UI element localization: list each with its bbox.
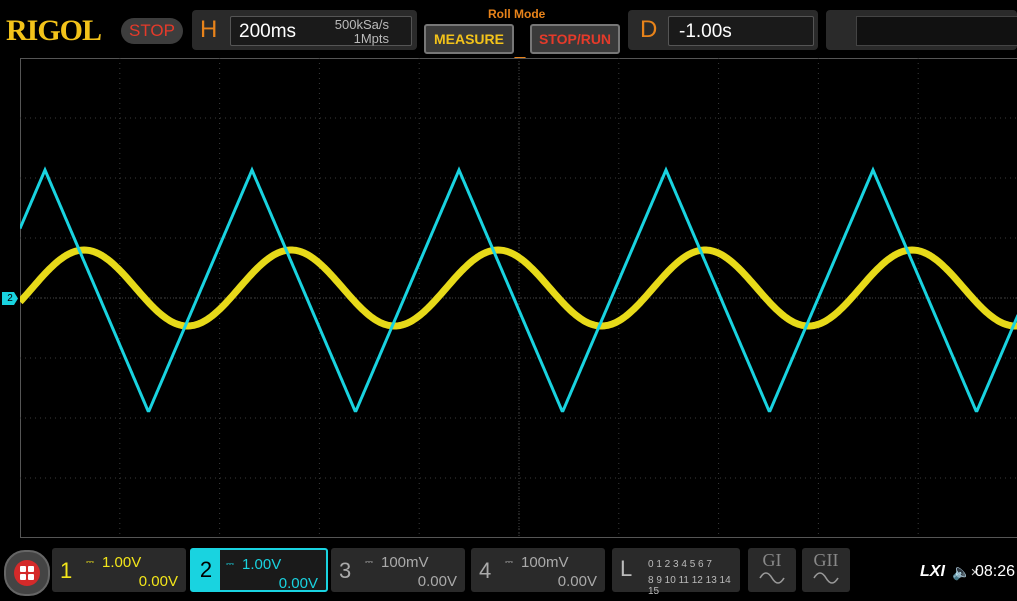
delay-display[interactable]: -1.00s: [668, 16, 814, 46]
sine-wave-icon: [813, 572, 839, 584]
ch2-offset-marker[interactable]: 2: [2, 292, 18, 305]
coupling-dc-icon: ⎓: [365, 557, 373, 568]
channel-2-offset: 0.00V: [278, 575, 318, 592]
sine-wave-icon: [759, 572, 785, 584]
channel-1-offset: 0.00V: [138, 573, 178, 590]
brand-logo: RIGOL: [6, 14, 102, 47]
run-state-badge[interactable]: STOP: [121, 18, 183, 44]
coupling-dc-icon: ⎓: [226, 559, 234, 570]
generator-1-label: GI: [762, 550, 782, 570]
logic-channels-row-2: 8 9 10 11 12 13 14 15: [648, 575, 731, 597]
bottom-status-bar: 1 ⎓ 1.00V 0.00V 2 ⎓ 1.00V 0.00V 3 ⎓ 100m…: [0, 541, 1017, 601]
channel-3-panel[interactable]: 3 ⎓ 100mV 0.00V: [331, 548, 465, 592]
timebase-value: 200ms: [239, 21, 297, 42]
channel-2-panel[interactable]: 2 ⎓ 1.00V 0.00V: [190, 548, 328, 592]
channel-1-scale: 1.00V: [102, 554, 142, 571]
sample-rate: 500kSa/s: [334, 17, 389, 32]
waveform-canvas: [20, 58, 1017, 538]
measure-button[interactable]: MEASURE: [424, 24, 514, 54]
channel-3-number: 3: [339, 558, 352, 583]
delay-value: -1.00s: [679, 21, 732, 42]
logic-label: L: [620, 556, 633, 581]
stop-run-button[interactable]: STOP/RUN: [530, 24, 620, 54]
delay-label: D: [640, 16, 658, 43]
channel-4-panel[interactable]: 4 ⎓ 100mV 0.00V: [471, 548, 605, 592]
horizontal-label: H: [200, 16, 218, 43]
menu-icon: [14, 560, 40, 586]
clock: 08:26: [975, 563, 1016, 580]
channel-2-number: 2: [192, 550, 220, 590]
channel-4-number: 4: [479, 558, 492, 583]
channel-2-scale: 1.00V: [242, 556, 282, 573]
menu-button[interactable]: [4, 550, 50, 596]
logic-analyzer-panel[interactable]: L 0 1 2 3 4 5 6 7 8 9 10 11 12 13 14 15: [612, 548, 740, 597]
trigger-panel[interactable]: [826, 10, 1017, 50]
waveform-display[interactable]: [20, 58, 1017, 538]
coupling-dc-icon: ⎓: [505, 557, 513, 568]
generator-2-label: GII: [813, 550, 839, 570]
trigger-display: [856, 16, 1017, 46]
timebase-display[interactable]: 200ms 500kSa/s 1Mpts: [230, 16, 412, 46]
channel-4-scale: 100mV: [521, 554, 569, 571]
lxi-logo: LXI: [920, 563, 945, 580]
generator-1-button[interactable]: GI: [748, 548, 796, 592]
generator-2-button[interactable]: GII: [802, 548, 850, 592]
horizontal-panel[interactable]: H 200ms 500kSa/s 1Mpts: [192, 10, 417, 50]
delay-panel[interactable]: D -1.00s: [628, 10, 818, 50]
coupling-dc-icon: ⎓: [86, 557, 94, 568]
channel-3-scale: 100mV: [381, 554, 429, 571]
channel-4-offset: 0.00V: [557, 573, 597, 590]
roll-mode-label: Roll Mode: [488, 7, 546, 21]
logic-channels-row-1: 0 1 2 3 4 5 6 7: [648, 559, 712, 570]
channel-1-number: 1: [60, 558, 73, 583]
ch2-triangle-trace: [20, 166, 1017, 413]
memory-depth: 1Mpts: [353, 31, 389, 46]
top-status-bar: RIGOL STOP H 200ms 500kSa/s 1Mpts Roll M…: [0, 0, 1017, 58]
channel-3-offset: 0.00V: [417, 573, 457, 590]
channel-1-panel[interactable]: 1 ⎓ 1.00V 0.00V: [52, 548, 186, 592]
